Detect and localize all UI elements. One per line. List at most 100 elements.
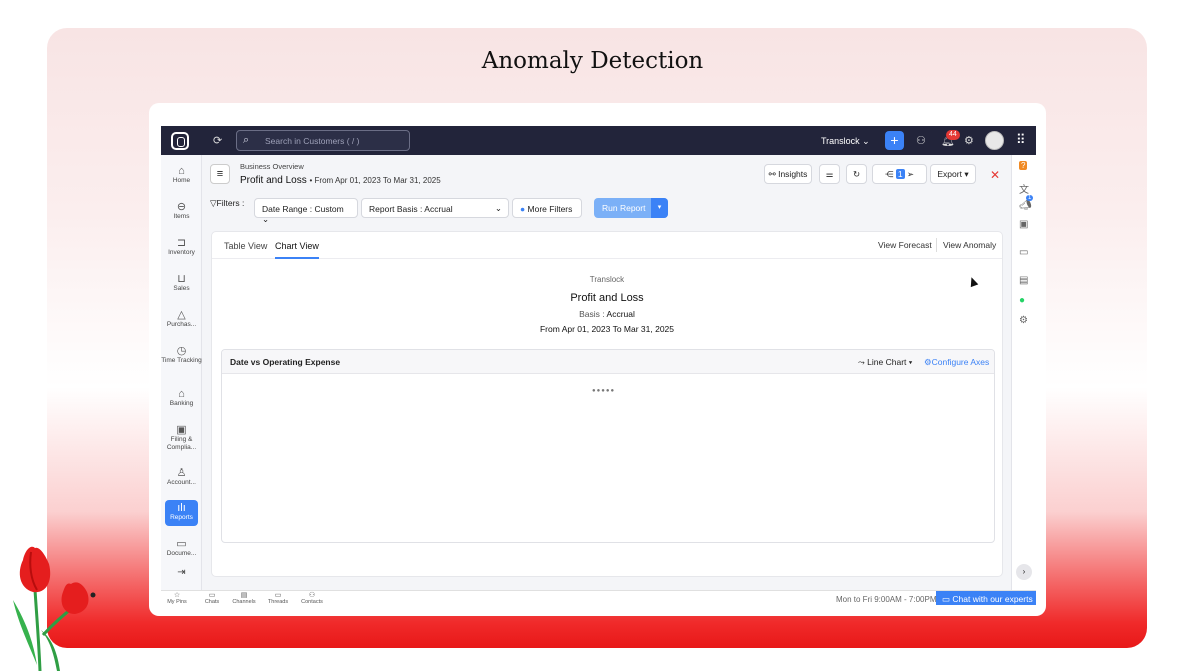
expand-icon[interactable]: › xyxy=(1016,564,1032,580)
bottom-item-my-pins[interactable]: ☆ My Pins xyxy=(164,592,190,605)
configure-axes-button[interactable]: ⚙Configure Axes xyxy=(924,357,989,368)
sidebar-item-inventory[interactable]: ⊐ Inventory xyxy=(161,238,202,257)
insights-button[interactable]: ⚯ Insights xyxy=(764,164,812,184)
export-button[interactable]: Export ▾ xyxy=(930,164,976,184)
refresh-report-button[interactable]: ↻ xyxy=(846,164,867,184)
bottom-item-channels[interactable]: ▤ Channels xyxy=(231,592,257,605)
avatar[interactable] xyxy=(985,131,1004,150)
page-title: Profit and Loss • From Apr 01, 2023 To M… xyxy=(240,175,441,186)
users-icon[interactable]: ⚇ xyxy=(916,134,926,147)
gear-icon: ⚙ xyxy=(924,357,932,367)
stopwatch-icon: ◷ xyxy=(176,345,187,357)
settings-icon[interactable]: ⚙ xyxy=(1019,315,1028,326)
announcement-icon[interactable]: 📣︎ xyxy=(1019,200,1032,211)
sidebar-item-purchases[interactable]: △ Purchas... xyxy=(161,309,202,329)
sidebar: ⌂ Home ⊖ Items ⊐ Inventory ⊔ Sales △ Purchas.… xyxy=(161,155,202,590)
customize-report-button[interactable]: ⚌ xyxy=(819,164,840,184)
loading-indicator: ●●●●● xyxy=(592,388,616,394)
items-icon: ⊖ xyxy=(176,201,187,213)
apps-grid-icon[interactable]: ⠿ xyxy=(1016,132,1026,148)
filing-icon: ▣ xyxy=(176,424,187,436)
bottom-item-contacts[interactable]: ⚇ Contacts xyxy=(299,592,325,605)
help-icon[interactable]: ? xyxy=(1019,161,1028,170)
sidebar-item-banking[interactable]: ⌂ Banking xyxy=(161,388,202,408)
sidebar-item-accountant[interactable]: ♙ Account... xyxy=(161,467,202,487)
chat-icon: ▭ xyxy=(208,592,216,599)
sidebar-item-reports[interactable]: ılı Reports xyxy=(165,500,198,526)
view-tabs: Table View Chart View View Forecast View… xyxy=(212,232,1002,259)
insights-icon: ⚯ xyxy=(768,169,779,179)
filters-label: ▽Filters : xyxy=(210,198,245,208)
accountant-icon: ♙ xyxy=(176,467,187,479)
folder-icon: ▭ xyxy=(176,538,187,550)
report-organization: Translock xyxy=(589,275,625,284)
report-basis: Basis : Accrual xyxy=(579,309,635,319)
chart-panel-header: Date vs Operating Expense ⤳ Line Chart ▾… xyxy=(222,350,994,374)
sidebar-item-filing[interactable]: ▣ Filing & Complia... xyxy=(161,424,202,452)
translate-icon[interactable]: 文 xyxy=(1019,181,1029,196)
collapse-sidebar-icon[interactable]: ⇥ xyxy=(161,568,202,578)
slide-title: Anomaly Detection xyxy=(481,48,704,74)
announcement-badge: 1 xyxy=(1026,195,1034,201)
run-report-button[interactable]: Run Report ▾ xyxy=(594,198,668,218)
sidebar-item-home[interactable]: ⌂ Home xyxy=(161,165,202,185)
logo-icon[interactable] xyxy=(171,132,189,150)
whatsapp-icon[interactable]: ● xyxy=(1019,295,1025,306)
app-window: ⟳ ⌕ Search in Customers ( / ) Translock … xyxy=(161,126,1036,605)
sliders-icon: ⚌ xyxy=(825,169,834,179)
divider xyxy=(936,238,937,252)
bag-icon: △ xyxy=(177,309,186,321)
tab-chart-view[interactable]: Chart View xyxy=(275,241,319,259)
run-report-dropdown-icon[interactable]: ▾ xyxy=(651,198,668,218)
chart-panel: Date vs Operating Expense ⤳ Line Chart ▾… xyxy=(221,349,995,543)
gear-icon[interactable]: ⚙ xyxy=(964,134,974,147)
support-hours: Mon to Fri 9:00AM - 7:00PM xyxy=(836,595,937,604)
main-content: ≡ Business Overview Profit and Loss • Fr… xyxy=(203,155,1011,590)
sidebar-item-sales[interactable]: ⊔ Sales xyxy=(161,274,202,293)
quick-create-button[interactable]: + xyxy=(885,131,904,150)
bank-icon: ⌂ xyxy=(178,388,185,400)
notification-badge: 44 xyxy=(946,130,960,140)
bottom-item-threads[interactable]: ▭ Threads xyxy=(265,592,291,605)
search-icon: ⌕ xyxy=(243,134,250,146)
refresh-icon[interactable]: ⟳ xyxy=(213,134,222,147)
reports-icon: ılı xyxy=(177,502,186,514)
report-title: Profit and Loss xyxy=(570,292,644,304)
view-anomaly-link[interactable]: View Anomaly xyxy=(943,240,996,250)
sidebar-item-documents[interactable]: ▭ Docume... xyxy=(161,538,202,558)
channels-icon: ▤ xyxy=(240,592,248,599)
line-chart-icon: ⤳ xyxy=(858,357,868,367)
report-date-range: From Apr 01, 2023 To Mar 31, 2025 xyxy=(539,324,675,334)
refresh-icon: ↻ xyxy=(852,169,861,179)
video-icon[interactable]: ▣ xyxy=(1019,219,1028,230)
chevron-down-icon: ⌄ xyxy=(494,203,502,213)
sidebar-item-time-tracking[interactable]: ◷ Time Tracking xyxy=(161,345,202,365)
report-basis-select[interactable]: Report Basis : Accrual ⌄ xyxy=(361,198,509,218)
schedule-count-badge: 1 xyxy=(895,169,905,179)
home-icon: ⌂ xyxy=(178,165,185,177)
tab-table-view[interactable]: Table View xyxy=(224,241,267,251)
chat-icon: ▭ xyxy=(942,594,953,604)
bottom-item-chats[interactable]: ▭ Chats xyxy=(199,592,225,605)
date-range-select[interactable]: Date Range : Custom ⌄ xyxy=(254,198,358,224)
tulip-decoration xyxy=(13,546,96,671)
report-card: Table View Chart View View Forecast View… xyxy=(211,231,1003,577)
search-input[interactable]: ⌕ Search in Customers ( / ) xyxy=(236,130,410,151)
news-icon[interactable]: ▤ xyxy=(1019,275,1028,286)
contacts-icon: ⚇ xyxy=(308,592,316,599)
share-schedule-button[interactable]: ⋲ 1 ➢ xyxy=(872,164,927,184)
chat-with-experts-button[interactable]: ▭ Chat with our experts xyxy=(936,591,1036,605)
top-bar: ⟳ ⌕ Search in Customers ( / ) Translock … xyxy=(161,126,1036,155)
breadcrumb: Business Overview xyxy=(240,162,304,171)
bottom-bar: ☆ My Pins ▭ Chats ▤ Channels ▭ Threads ⚇ Cont… xyxy=(161,590,1036,605)
view-forecast-link[interactable]: View Forecast xyxy=(878,240,932,250)
more-filters-button[interactable]: ● More Filters xyxy=(512,198,582,218)
close-icon[interactable]: ✕ xyxy=(990,168,1000,182)
chart-type-select[interactable]: ⤳ Line Chart ▾ xyxy=(858,357,912,368)
feedback-icon[interactable]: ▭ xyxy=(1019,247,1028,258)
report-range: • From Apr 01, 2023 To Mar 31, 2025 xyxy=(309,176,441,185)
sidebar-item-items[interactable]: ⊖ Items xyxy=(161,201,202,221)
organization-switcher[interactable]: Translock ⌄ xyxy=(821,136,870,147)
threads-icon: ▭ xyxy=(274,592,282,599)
menu-icon[interactable]: ≡ xyxy=(210,164,230,184)
